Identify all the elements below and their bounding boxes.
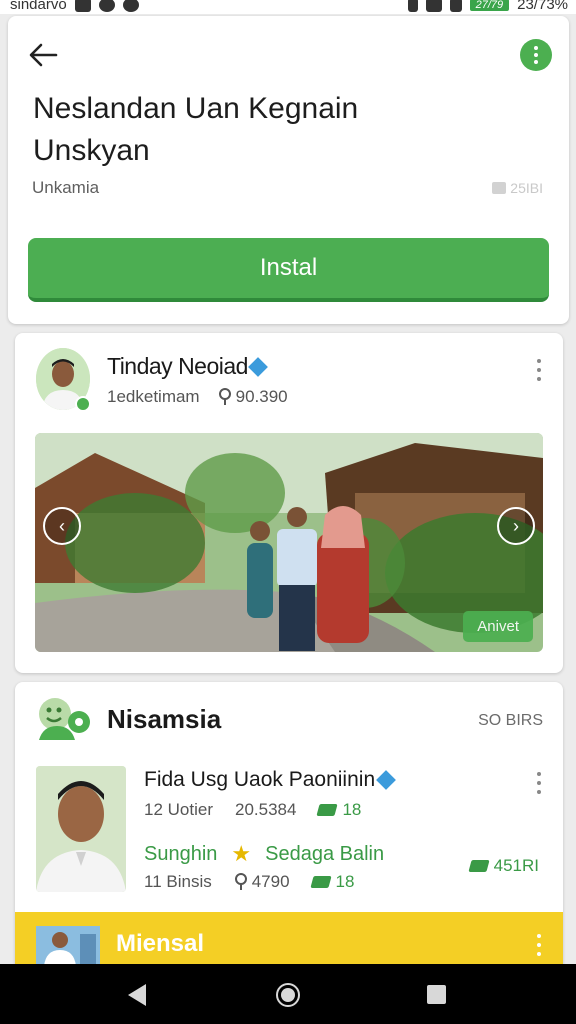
- settings-icon: [98, 0, 115, 12]
- nav-recents-icon[interactable]: [427, 985, 446, 1004]
- post-meta: 1edketimam 90.390: [107, 387, 288, 407]
- promo-label: Miensal: [116, 930, 205, 957]
- back-arrow-icon[interactable]: [28, 42, 58, 68]
- app-developer[interactable]: Unkamia: [32, 178, 99, 198]
- app-size: 25IBI: [492, 180, 543, 196]
- system-navigation-bar: [0, 964, 576, 1024]
- wifi-icon: [425, 0, 442, 12]
- post-meta-left: 1edketimam: [107, 387, 200, 406]
- app-size-text: 25IBI: [510, 180, 543, 196]
- item-meta2-mid: 4790: [251, 872, 290, 891]
- item-meta-mid: 20.5384: [234, 800, 297, 819]
- item-tag-secondary: 18: [309, 872, 355, 892]
- post-meta-right: 90.390: [235, 387, 288, 406]
- item-green-left[interactable]: Sunghin: [144, 843, 217, 866]
- location-pin-icon: [234, 873, 247, 890]
- item-green-right[interactable]: Sedaga Balin: [265, 843, 384, 866]
- location-pin-icon: [218, 388, 231, 405]
- post-card: Tinday Neoiad 1edketimam 90.390 ‹ › Aniv…: [15, 333, 563, 673]
- item-avatar[interactable]: [36, 766, 126, 892]
- item-tag-text: 18: [342, 800, 362, 819]
- nav-home-icon[interactable]: [276, 983, 300, 1007]
- item-tag: 18: [316, 800, 362, 820]
- battery-badge: 27/79: [469, 0, 510, 11]
- app-title: Neslandan Uan Kegnain Unskyan: [33, 92, 359, 167]
- post-author-name: Tinday Neoiad: [107, 353, 248, 379]
- verified-icon: [248, 356, 268, 377]
- post-more-icon[interactable]: [535, 359, 543, 381]
- previous-photo-button[interactable]: ‹: [43, 507, 81, 545]
- notification-icon: [74, 0, 91, 12]
- battery-percent-text: 23/73%: [517, 0, 568, 13]
- install-button[interactable]: Instal: [28, 238, 549, 302]
- section-title: Nisamsia: [107, 704, 222, 734]
- online-badge-icon: [75, 396, 91, 412]
- photo-action-badge[interactable]: Anivet: [463, 611, 533, 642]
- ticket-icon: [468, 860, 490, 872]
- app-notification-icon: [122, 0, 139, 12]
- item-side-tag[interactable]: 451RI: [468, 856, 539, 876]
- signal-icon: [449, 0, 462, 12]
- download-icon: [492, 182, 507, 194]
- post-author[interactable]: Tinday Neoiad: [107, 353, 268, 380]
- item-meta: 12 Uotier 20.5384 18: [144, 800, 361, 820]
- status-bar: sindarvo 27/79 23/73%: [0, 0, 576, 14]
- item-highlight-row: Sunghin ★ Sedaga Balin: [144, 841, 384, 867]
- group-list-card: Nisamsia SO BIRS Fida Usg Uaok Paoniinin…: [15, 682, 563, 1012]
- item-meta-left: 12 Uotier: [144, 800, 213, 819]
- promo-more-icon[interactable]: [535, 934, 543, 956]
- item-side-tag-text: 451RI: [493, 856, 539, 875]
- more-options-button[interactable]: [520, 39, 552, 71]
- app-header-card: Neslandan Uan Kegnain Unskyan Unkamia 25…: [8, 16, 569, 324]
- ticket-icon: [316, 804, 339, 816]
- post-meta-right-wrap: 90.390: [218, 387, 288, 407]
- item-title-text: Fida Usg Uaok Paoniinin: [144, 768, 376, 791]
- post-photo[interactable]: ‹ › Anivet: [35, 433, 543, 652]
- item-title[interactable]: Fida Usg Uaok Paoniinin: [144, 768, 397, 792]
- item-tag2-text: 18: [335, 872, 355, 891]
- verified-icon: [376, 770, 397, 790]
- section-count[interactable]: SO BIRS: [478, 712, 543, 730]
- star-icon: ★: [231, 841, 252, 866]
- chat-group-icon: [39, 698, 90, 740]
- next-photo-button[interactable]: ›: [497, 507, 535, 545]
- promo-thumbnail: [36, 926, 100, 966]
- status-carrier-text: sindarvo: [10, 0, 67, 13]
- vibrate-icon: [407, 0, 418, 12]
- item-meta2-left: 11 Binsis: [144, 872, 212, 891]
- item-more-icon[interactable]: [535, 772, 543, 794]
- item-meta-secondary: 11 Binsis 4790 18: [144, 872, 354, 892]
- item-meta2-mid-wrap: 4790: [234, 872, 290, 892]
- nav-back-icon[interactable]: [128, 984, 146, 1006]
- ticket-icon: [309, 876, 332, 888]
